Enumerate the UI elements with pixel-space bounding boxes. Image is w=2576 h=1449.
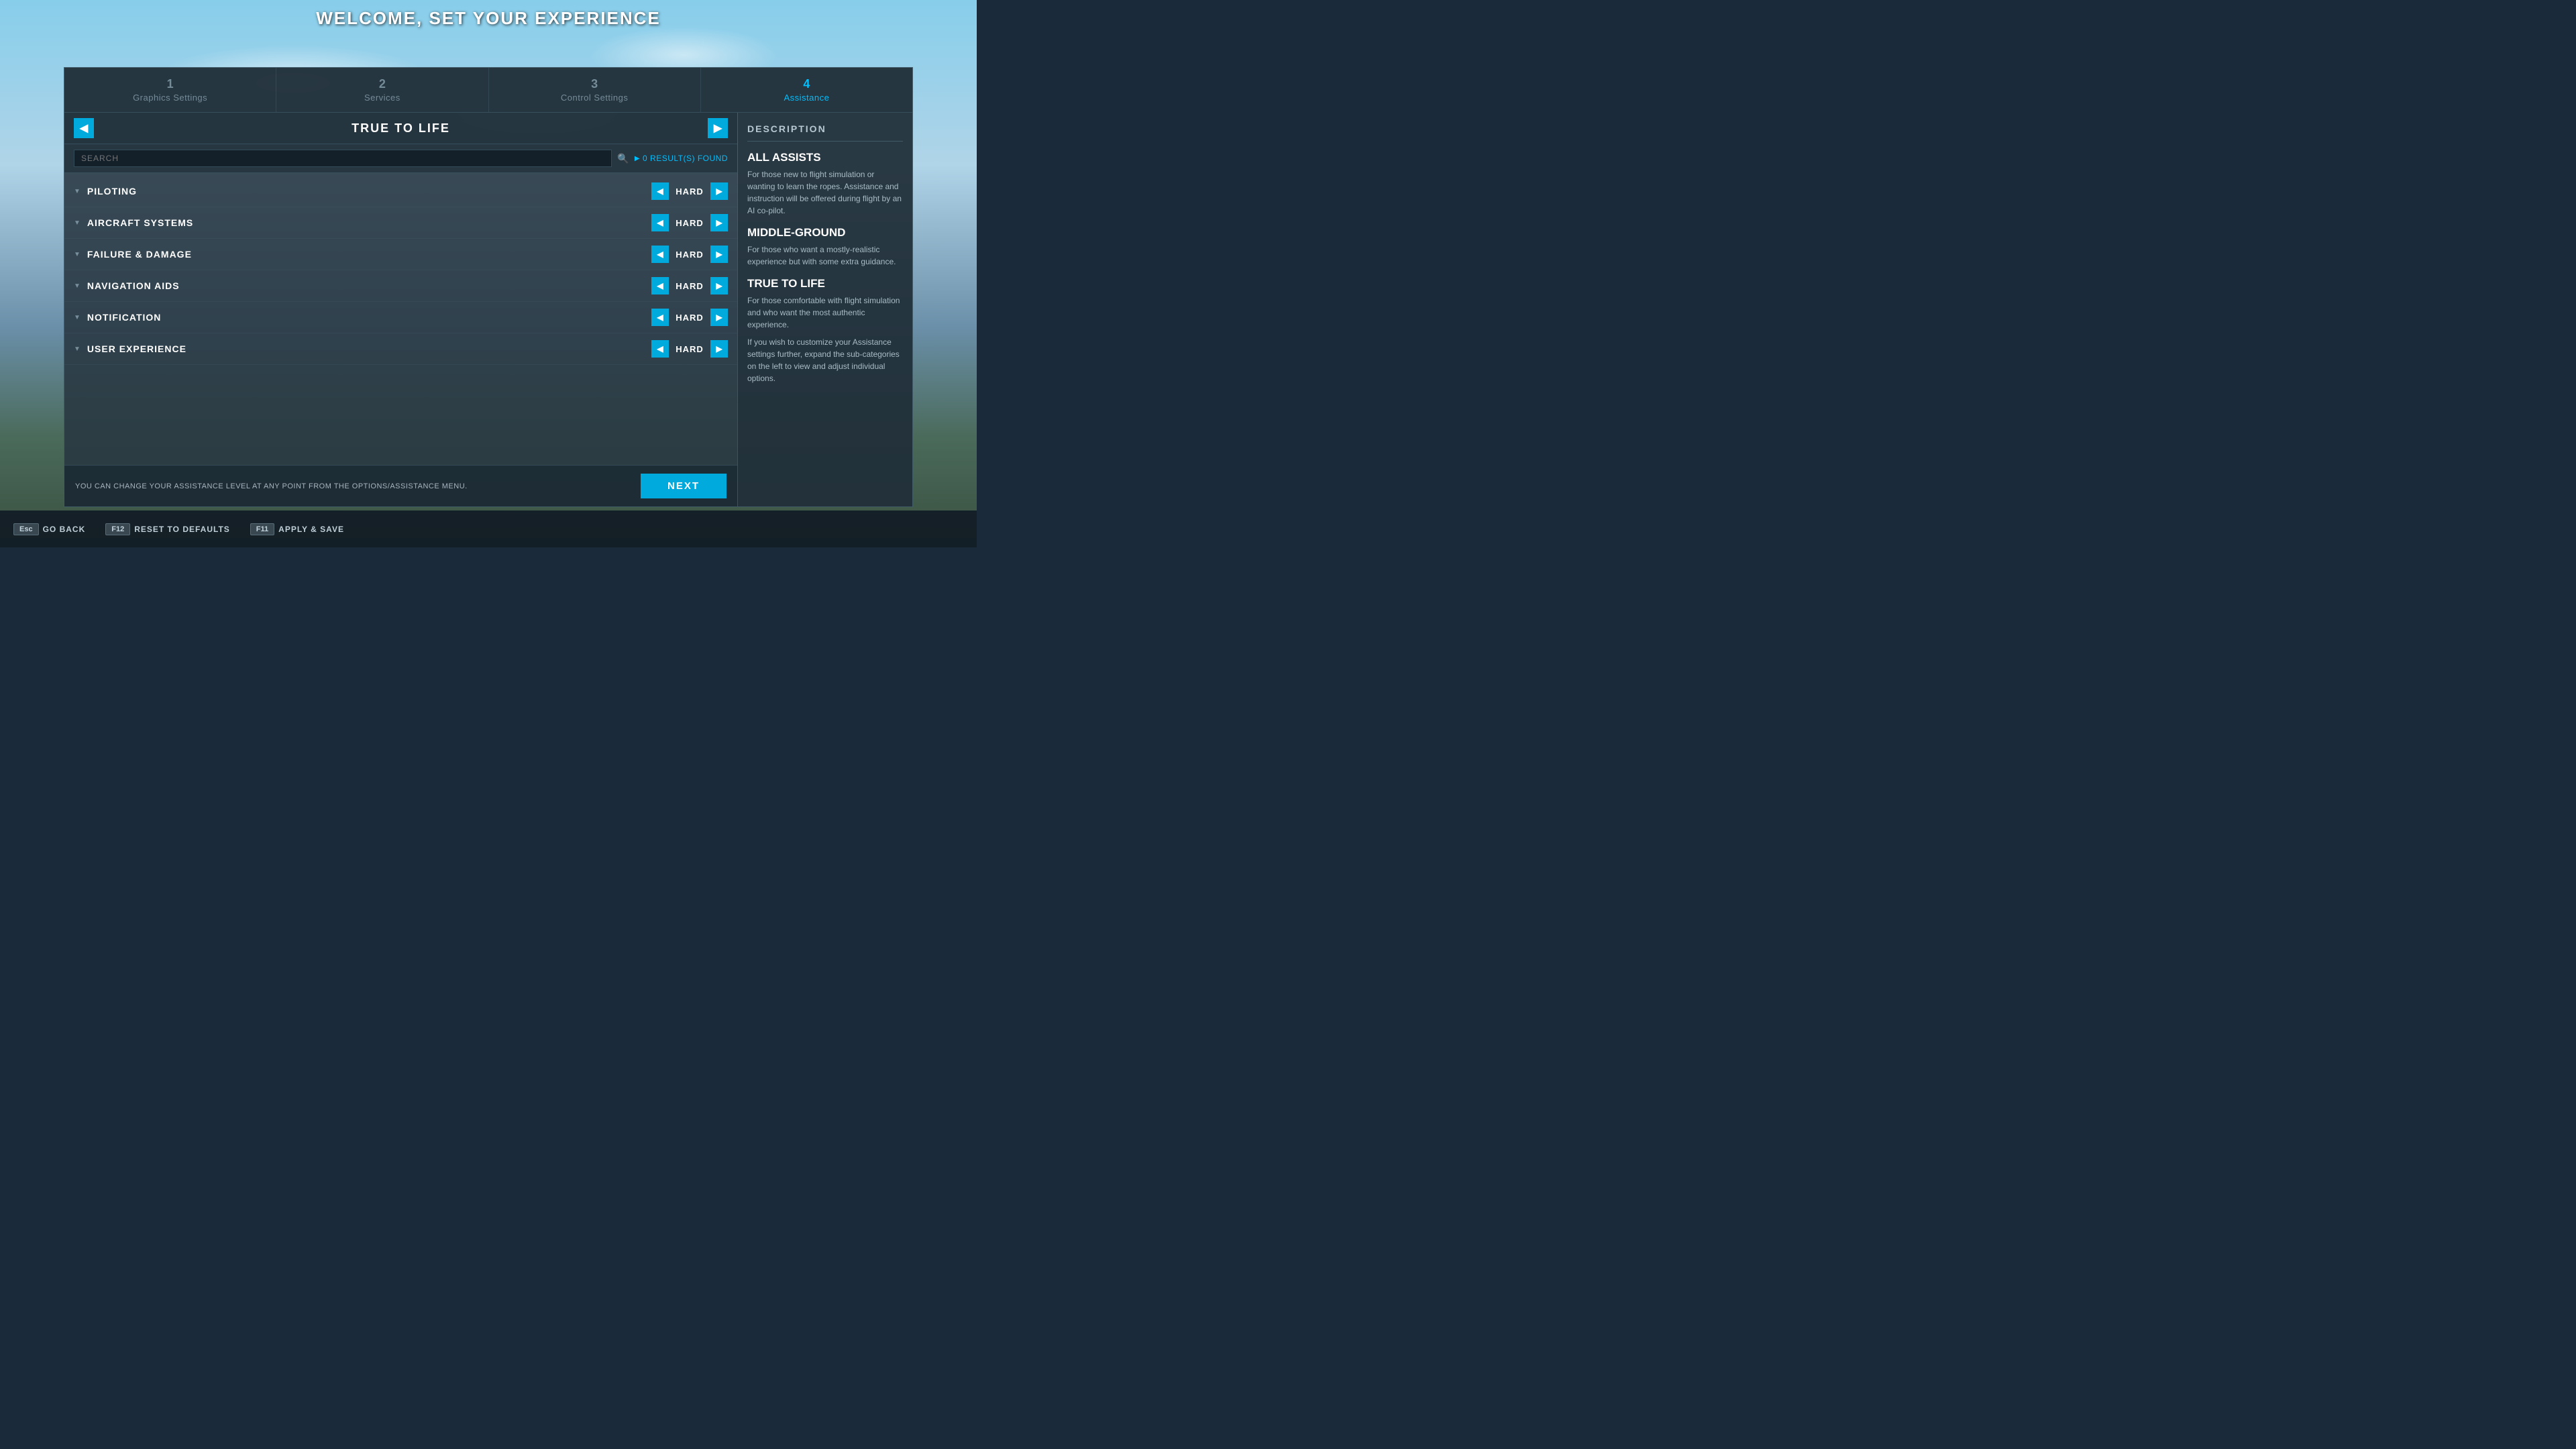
go-back-button[interactable]: Esc GO BACK [13, 523, 85, 535]
category-name-notification: NOTIFICATION [87, 312, 651, 323]
category-value-failure-damage: HARD [673, 250, 706, 260]
category-list: ▼ PILOTING ◀ HARD ▶ ▼ AIRCRAFT SYSTEMS ◀… [64, 173, 737, 465]
step-3-label: Control Settings [496, 93, 694, 103]
category-name-failure-damage: FAILURE & DAMAGE [87, 249, 651, 260]
category-controls-failure-damage: ◀ HARD ▶ [651, 246, 728, 263]
mode-prev-button[interactable]: ◀ [74, 118, 94, 138]
step-2-label: Services [283, 93, 481, 103]
category-value-piloting: HARD [673, 186, 706, 197]
category-prev-navigation-aids[interactable]: ◀ [651, 277, 669, 294]
expand-icon-user-experience: ▼ [74, 345, 80, 353]
desc-middle-ground-title: MIDDLE-GROUND [747, 226, 903, 239]
category-next-failure-damage[interactable]: ▶ [710, 246, 728, 263]
category-name-user-experience: USER EXPERIENCE [87, 343, 651, 354]
expand-icon-notification: ▼ [74, 314, 80, 321]
desc-true-to-life-title: TRUE TO LIFE [747, 277, 903, 290]
category-name-aircraft-systems: AIRCRAFT SYSTEMS [87, 217, 651, 228]
next-button[interactable]: NEXT [641, 474, 727, 498]
expand-icon-navigation-aids: ▼ [74, 282, 80, 290]
step-assistance[interactable]: 4 Assistance [701, 68, 912, 112]
apply-save-button[interactable]: F11 APPLY & SAVE [250, 523, 344, 535]
f11-key: F11 [250, 523, 274, 535]
page-title: WELCOME, SET YOUR EXPERIENCE [0, 8, 977, 29]
main-dialog: 1 Graphics Settings 2 Services 3 Control… [64, 67, 913, 507]
category-row-piloting[interactable]: ▼ PILOTING ◀ HARD ▶ [64, 176, 737, 207]
step-4-label: Assistance [708, 93, 906, 103]
right-panel-description: DESCRIPTION ALL ASSISTS For those new to… [738, 113, 912, 506]
bottom-notice-bar: YOU CAN CHANGE YOUR ASSISTANCE LEVEL AT … [64, 465, 737, 506]
category-row-user-experience[interactable]: ▼ USER EXPERIENCE ◀ HARD ▶ [64, 333, 737, 365]
description-title: DESCRIPTION [747, 123, 903, 142]
search-bar: 🔍 0 RESULT(S) FOUND [64, 144, 737, 173]
step-services[interactable]: 2 Services [276, 68, 488, 112]
step-1-number: 1 [71, 77, 269, 91]
category-prev-user-experience[interactable]: ◀ [651, 340, 669, 358]
category-value-navigation-aids: HARD [673, 281, 706, 291]
desc-all-assists-title: ALL ASSISTS [747, 151, 903, 164]
category-controls-piloting: ◀ HARD ▶ [651, 182, 728, 200]
desc-customize-text: If you wish to customize your Assistance… [747, 336, 903, 384]
category-next-aircraft-systems[interactable]: ▶ [710, 214, 728, 231]
category-prev-piloting[interactable]: ◀ [651, 182, 669, 200]
category-value-user-experience: HARD [673, 344, 706, 354]
mode-header: ◀ TRUE TO LIFE ▶ [64, 113, 737, 144]
step-4-number: 4 [708, 77, 906, 91]
steps-navigation: 1 Graphics Settings 2 Services 3 Control… [64, 68, 912, 113]
category-prev-notification[interactable]: ◀ [651, 309, 669, 326]
category-value-aircraft-systems: HARD [673, 218, 706, 228]
expand-icon-piloting: ▼ [74, 188, 80, 195]
content-area: ◀ TRUE TO LIFE ▶ 🔍 0 RESULT(S) FOUND ▼ P… [64, 113, 912, 506]
search-icon: 🔍 [617, 153, 629, 164]
step-2-number: 2 [283, 77, 481, 91]
expand-icon-aircraft-systems: ▼ [74, 219, 80, 227]
category-value-notification: HARD [673, 313, 706, 323]
desc-middle-ground-text: For those who want a mostly-realistic ex… [747, 244, 903, 268]
category-controls-navigation-aids: ◀ HARD ▶ [651, 277, 728, 294]
esc-key: Esc [13, 523, 39, 535]
category-next-navigation-aids[interactable]: ▶ [710, 277, 728, 294]
step-3-number: 3 [496, 77, 694, 91]
category-row-navigation-aids[interactable]: ▼ NAVIGATION AIDS ◀ HARD ▶ [64, 270, 737, 302]
bottom-toolbar: Esc GO BACK F12 RESET TO DEFAULTS F11 AP… [0, 511, 977, 547]
category-next-notification[interactable]: ▶ [710, 309, 728, 326]
category-row-failure-damage[interactable]: ▼ FAILURE & DAMAGE ◀ HARD ▶ [64, 239, 737, 270]
category-controls-aircraft-systems: ◀ HARD ▶ [651, 214, 728, 231]
go-back-label: GO BACK [43, 525, 86, 534]
mode-title: TRUE TO LIFE [94, 121, 708, 136]
category-next-user-experience[interactable]: ▶ [710, 340, 728, 358]
notice-text: YOU CAN CHANGE YOUR ASSISTANCE LEVEL AT … [75, 482, 468, 490]
apply-save-label: APPLY & SAVE [278, 525, 344, 534]
reset-defaults-button[interactable]: F12 RESET TO DEFAULTS [105, 523, 230, 535]
f12-key: F12 [105, 523, 130, 535]
mode-next-button[interactable]: ▶ [708, 118, 728, 138]
category-prev-failure-damage[interactable]: ◀ [651, 246, 669, 263]
category-next-piloting[interactable]: ▶ [710, 182, 728, 200]
expand-icon-failure-damage: ▼ [74, 251, 80, 258]
left-panel: ◀ TRUE TO LIFE ▶ 🔍 0 RESULT(S) FOUND ▼ P… [64, 113, 738, 506]
category-row-aircraft-systems[interactable]: ▼ AIRCRAFT SYSTEMS ◀ HARD ▶ [64, 207, 737, 239]
category-name-navigation-aids: NAVIGATION AIDS [87, 280, 651, 291]
search-input[interactable] [74, 150, 612, 167]
step-control-settings[interactable]: 3 Control Settings [489, 68, 701, 112]
step-graphics-settings[interactable]: 1 Graphics Settings [64, 68, 276, 112]
desc-all-assists-text: For those new to flight simulation or wa… [747, 168, 903, 217]
category-controls-user-experience: ◀ HARD ▶ [651, 340, 728, 358]
step-1-label: Graphics Settings [71, 93, 269, 103]
category-prev-aircraft-systems[interactable]: ◀ [651, 214, 669, 231]
category-row-notification[interactable]: ▼ NOTIFICATION ◀ HARD ▶ [64, 302, 737, 333]
category-controls-notification: ◀ HARD ▶ [651, 309, 728, 326]
category-name-piloting: PILOTING [87, 186, 651, 197]
search-results: 0 RESULT(S) FOUND [635, 154, 728, 163]
desc-true-to-life-text: For those comfortable with flight simula… [747, 294, 903, 331]
reset-defaults-label: RESET TO DEFAULTS [134, 525, 230, 534]
